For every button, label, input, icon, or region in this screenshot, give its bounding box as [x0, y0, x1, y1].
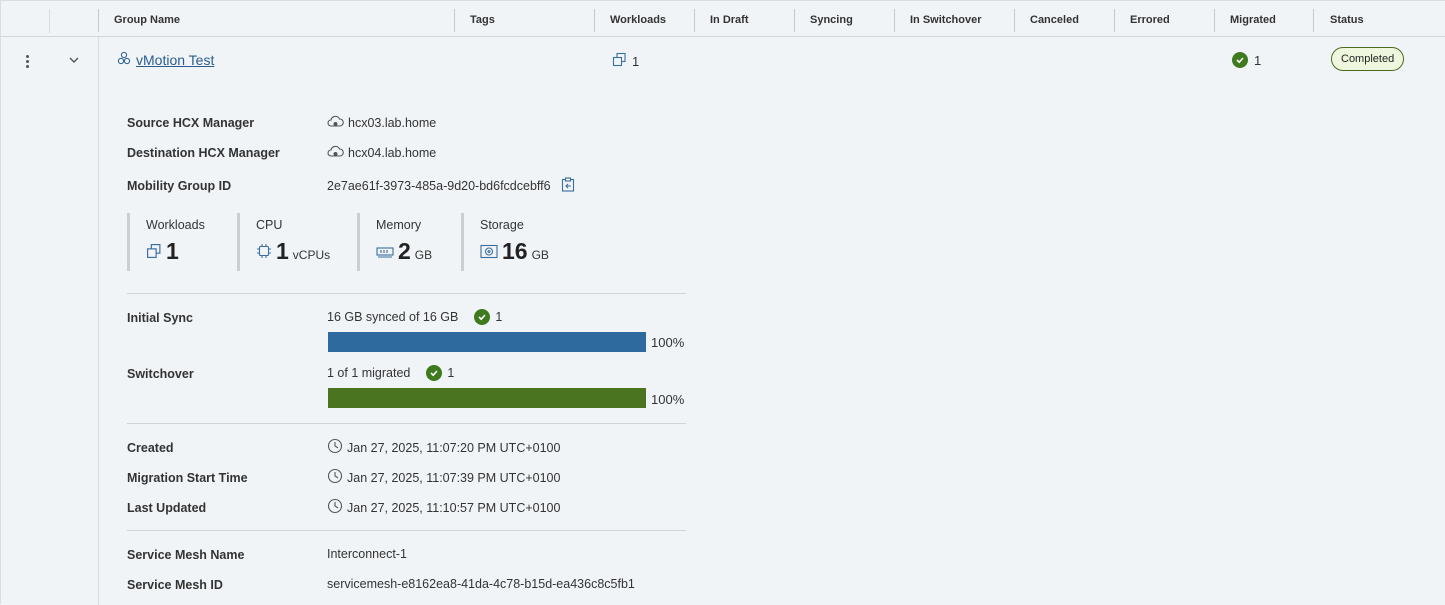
column-header-in-switchover[interactable]: In Switchover — [894, 3, 982, 37]
stat-value: 1 — [166, 238, 179, 264]
migrated-count: 1 — [1254, 52, 1262, 68]
stat-label: Storage — [480, 218, 524, 232]
stat-label: Memory — [376, 218, 422, 232]
stat-value: 2 — [398, 238, 411, 264]
destination-hcx-manager-row: Destination HCX Manager hcx04.lab.home — [127, 144, 437, 162]
switchover-count: 1 — [447, 365, 455, 380]
initial-sync-progress-bar — [328, 332, 646, 352]
column-header-workloads[interactable]: Workloads — [594, 3, 666, 37]
memory-icon — [376, 245, 394, 262]
cpu-icon — [256, 243, 272, 262]
destination-hcx-manager-value: hcx04.lab.home — [348, 146, 437, 160]
copy-clipboard-icon[interactable] — [561, 177, 575, 195]
header-divider — [49, 9, 50, 33]
mobility-group-id-row: Mobility Group ID 2e7ae61f-3973-485a-9d2… — [127, 177, 575, 195]
column-header-errored[interactable]: Errored — [1114, 3, 1170, 37]
column-header-group-name[interactable]: Group Name — [98, 3, 180, 37]
workloads-cell: 1 — [612, 52, 639, 70]
clock-icon — [327, 498, 343, 517]
storage-disk-icon — [480, 244, 498, 262]
vm-icon — [612, 52, 627, 70]
migrated-cell: 1 — [1232, 52, 1261, 68]
source-hcx-manager-row: Source HCX Manager hcx03.lab.home — [127, 114, 437, 132]
mobility-group-id-label: Mobility Group ID — [127, 179, 232, 193]
divider — [127, 423, 686, 424]
stat-unit: GB — [531, 248, 549, 262]
stat-memory: Memory 2 GB — [357, 213, 461, 271]
stat-unit: vCPUs — [292, 248, 331, 262]
service-mesh-id-row: Service Mesh ID servicemesh-e8162ea8-41d… — [127, 576, 635, 593]
success-check-icon — [426, 364, 443, 381]
divider — [127, 293, 686, 294]
migration-start-label: Migration Start Time — [127, 471, 248, 485]
source-hcx-manager-value: hcx03.lab.home — [348, 116, 437, 130]
stat-value: 1 — [276, 238, 289, 264]
destination-hcx-manager-label: Destination HCX Manager — [127, 146, 280, 160]
grid-header: Group Name Tags Workloads In Draft Synci… — [1, 3, 1445, 37]
progress-fill — [328, 332, 646, 352]
resource-stats: Workloads 1 CPU 1 vCPUs Memory 2 GB Stor… — [127, 213, 571, 273]
stat-unit: GB — [414, 248, 433, 262]
stat-workloads: Workloads 1 — [127, 213, 237, 271]
mobility-groups-grid: Group Name Tags Workloads In Draft Synci… — [0, 0, 1445, 605]
stat-cpu: CPU 1 vCPUs — [237, 213, 357, 271]
service-mesh-id-value: servicemesh-e8162ea8-41da-4c78-b15d-ea43… — [327, 576, 635, 591]
last-updated-value: Jan 27, 2025, 11:10:57 PM UTC+0100 — [347, 500, 561, 515]
migration-start-value: Jan 27, 2025, 11:07:39 PM UTC+0100 — [347, 470, 561, 485]
initial-sync-text: 16 GB synced of 16 GB — [327, 309, 459, 324]
service-mesh-name-value: Interconnect-1 — [327, 546, 407, 561]
source-hcx-manager-label: Source HCX Manager — [127, 116, 255, 130]
switchover-row: Switchover 1 of 1 migrated 1 — [127, 364, 455, 381]
column-header-in-draft[interactable]: In Draft — [694, 3, 749, 37]
initial-sync-label: Initial Sync — [127, 311, 193, 325]
row-actions-kebab-icon[interactable] — [20, 53, 34, 71]
migration-start-row: Migration Start Time Jan 27, 2025, 11:07… — [127, 468, 561, 487]
created-label: Created — [127, 441, 174, 455]
expand-chevron-down-icon[interactable] — [67, 53, 81, 67]
column-header-tags[interactable]: Tags — [454, 3, 495, 37]
cloud-icon — [327, 144, 344, 162]
last-updated-row: Last Updated Jan 27, 2025, 11:10:57 PM U… — [127, 498, 561, 517]
service-mesh-name-label: Service Mesh Name — [127, 548, 245, 562]
status-badge: Completed — [1331, 47, 1405, 71]
cloud-icon — [327, 114, 344, 132]
initial-sync-row: Initial Sync 16 GB synced of 16 GB 1 — [127, 308, 503, 325]
column-divider — [98, 37, 99, 605]
switchover-label: Switchover — [127, 367, 194, 381]
initial-sync-percent: 100% — [651, 335, 685, 350]
group-name-cell: vMotion Test — [116, 50, 214, 69]
clock-icon — [327, 438, 343, 457]
progress-fill — [328, 388, 646, 408]
vm-icon — [146, 243, 162, 262]
created-row: Created Jan 27, 2025, 11:07:20 PM UTC+01… — [127, 438, 561, 457]
divider — [127, 530, 686, 531]
last-updated-label: Last Updated — [127, 501, 207, 515]
mobility-group-id-value: 2e7ae61f-3973-485a-9d20-bd6fcdcebff6 — [327, 179, 551, 193]
column-header-syncing[interactable]: Syncing — [794, 3, 853, 37]
success-check-icon — [1232, 52, 1248, 68]
column-header-migrated[interactable]: Migrated — [1214, 3, 1276, 37]
column-header-status[interactable]: Status — [1314, 3, 1364, 37]
column-header-canceled[interactable]: Canceled — [1014, 3, 1079, 37]
created-value: Jan 27, 2025, 11:07:20 PM UTC+0100 — [347, 440, 561, 455]
mobility-group-icon — [116, 50, 132, 69]
switchover-text: 1 of 1 migrated — [327, 365, 411, 380]
stat-label: CPU — [256, 218, 283, 232]
switchover-percent: 100% — [651, 392, 685, 407]
service-mesh-name-row: Service Mesh Name Interconnect-1 — [127, 546, 407, 563]
switchover-progress-bar — [328, 388, 646, 408]
stat-label: Workloads — [146, 218, 205, 232]
stat-value: 16 — [502, 238, 528, 264]
success-check-icon — [474, 308, 491, 325]
service-mesh-id-label: Service Mesh ID — [127, 578, 223, 592]
stat-storage: Storage 16 GB — [461, 213, 571, 271]
clock-icon — [327, 468, 343, 487]
workloads-count: 1 — [632, 53, 640, 69]
initial-sync-count: 1 — [495, 309, 503, 324]
table-row: vMotion Test 1 1 Completed — [1, 37, 1445, 83]
group-name-link[interactable]: vMotion Test — [136, 52, 214, 68]
